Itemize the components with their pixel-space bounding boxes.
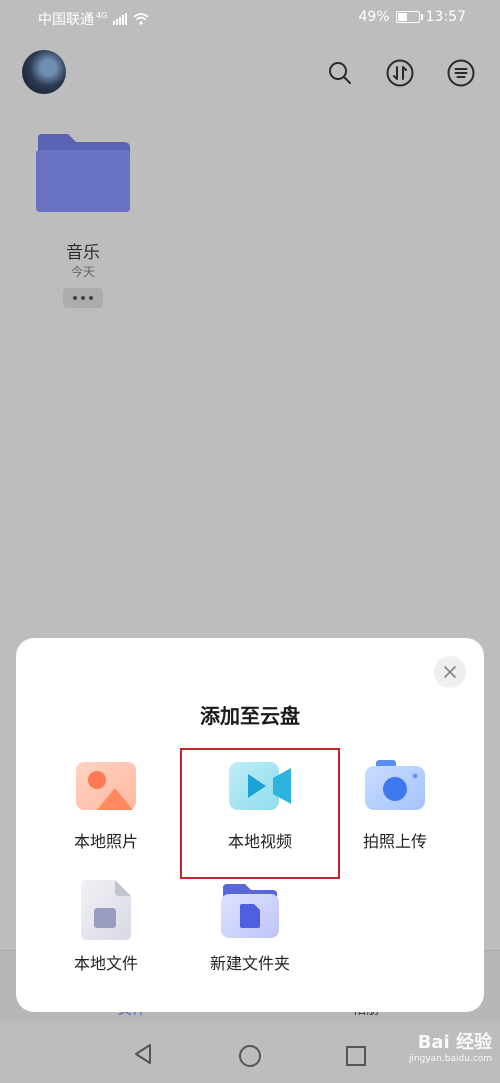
carrier-label: 中国联通 — [38, 12, 94, 28]
watermark-sub: jingyan.baidu.com — [408, 1054, 492, 1064]
network-label: 4G — [96, 10, 108, 20]
close-button[interactable] — [434, 656, 466, 688]
back-icon[interactable] — [132, 1042, 154, 1066]
search-icon — [329, 62, 351, 84]
folder-icon — [36, 134, 130, 212]
wifi-icon — [133, 13, 149, 25]
transfer-icon — [386, 59, 414, 87]
battery-icon — [395, 11, 423, 23]
watermark-text: Bai 经验 — [417, 1032, 492, 1053]
transfer-button[interactable] — [385, 58, 415, 88]
new-folder-icon — [221, 884, 279, 938]
folder-item-music[interactable] — [34, 132, 132, 214]
photo-icon — [76, 762, 136, 810]
folder-more-button[interactable] — [63, 288, 103, 308]
menu-button[interactable] — [446, 58, 476, 88]
option-label: 新建文件夹 — [209, 954, 290, 973]
option-label: 拍照上传 — [362, 832, 427, 851]
option-local-files[interactable]: 本地文件 — [46, 880, 166, 974]
option-new-folder[interactable]: 新建文件夹 — [190, 880, 310, 974]
option-camera-upload[interactable]: 拍照上传 — [335, 758, 455, 852]
list-menu-icon — [447, 59, 475, 87]
highlight-box — [180, 748, 340, 879]
more-dot — [73, 296, 77, 300]
watermark: Bai 经验 jingyan.baidu.com — [409, 1028, 492, 1064]
sheet-title: 添加至云盘 — [200, 704, 300, 728]
option-local-photos[interactable]: 本地照片 — [46, 758, 166, 852]
file-icon — [81, 880, 131, 940]
search-button[interactable] — [325, 58, 355, 88]
avatar[interactable] — [22, 50, 66, 94]
more-dot — [89, 296, 93, 300]
status-bar: 中国联通 4G 49% 13:57 — [0, 0, 500, 34]
battery-percent: 49% — [358, 9, 390, 25]
option-label: 本地照片 — [73, 832, 138, 851]
option-label: 本地文件 — [73, 954, 138, 973]
folder-date: 今天 — [70, 265, 95, 279]
more-dot — [81, 296, 85, 300]
clock: 13:57 — [425, 9, 466, 25]
recents-icon[interactable] — [345, 1045, 367, 1067]
home-icon[interactable] — [238, 1044, 262, 1068]
camera-icon — [365, 760, 425, 810]
folder-name: 音乐 — [66, 243, 100, 263]
signal-icon — [113, 13, 128, 25]
add-to-cloud-sheet: 添加至云盘 本地照片 本地视频 拍照上传 本地文件 新建文件夹 — [16, 638, 484, 1012]
close-icon — [444, 666, 456, 678]
